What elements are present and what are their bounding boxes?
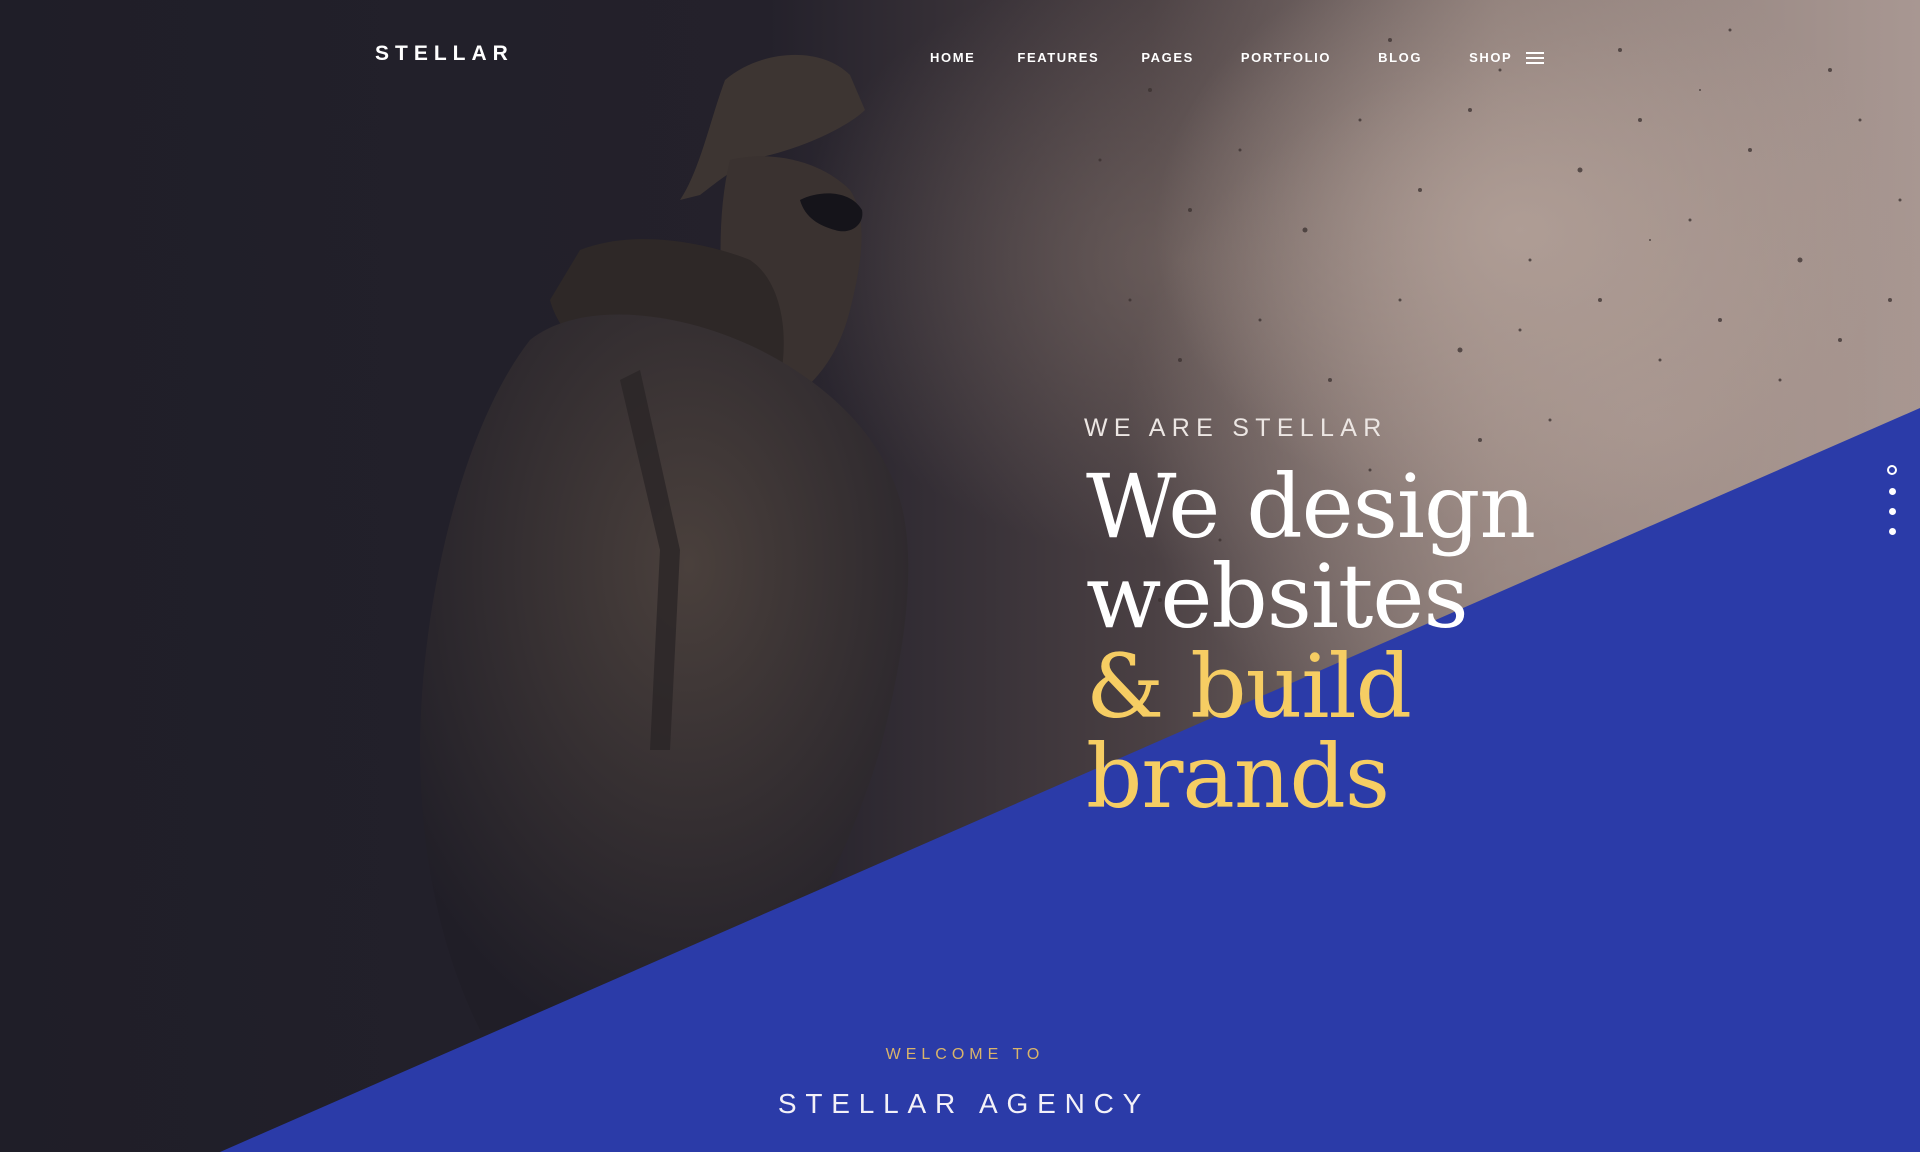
nav-home[interactable]: HOME	[930, 50, 975, 65]
welcome-title: STELLAR AGENCY	[777, 1088, 1151, 1119]
welcome-label: WELCOME TO	[885, 1046, 1045, 1063]
menu-icon-bar	[1526, 61, 1545, 64]
hero-headline: We design websites & build brands	[1086, 455, 1536, 828]
headline-line-3: & build	[1086, 635, 1412, 738]
headline-line-2: websites	[1086, 545, 1469, 648]
slide-dot-2[interactable]	[1888, 488, 1896, 495]
hero-eyebrow: WE ARE STELLAR	[1084, 414, 1388, 442]
nav-portfolio[interactable]: PORTFOLIO	[1241, 50, 1331, 65]
main-nav: HOME FEATURES PAGES PORTFOLIO BLOG SHOP	[930, 50, 1545, 65]
slide-dot-1[interactable]	[1887, 465, 1897, 475]
menu-icon-bar	[1526, 56, 1545, 59]
page: STELLAR HOME FEATURES PAGES PORTFOLIO BL…	[0, 0, 1920, 1152]
nav-features[interactable]: FEATURES	[1017, 50, 1099, 65]
slide-pagination	[1886, 465, 1898, 548]
hamburger-menu-icon[interactable]	[1526, 51, 1545, 64]
nav-blog[interactable]: BLOG	[1378, 50, 1422, 65]
headline-line-1: We design	[1086, 455, 1536, 558]
slide-dot-3[interactable]	[1888, 508, 1896, 515]
headline-line-4: brands	[1086, 725, 1390, 828]
nav-shop[interactable]: SHOP	[1469, 50, 1512, 65]
nav-pages[interactable]: PAGES	[1141, 50, 1194, 65]
logo[interactable]: STELLAR	[375, 42, 514, 66]
slide-dot-4[interactable]	[1888, 528, 1896, 535]
menu-icon-bar	[1526, 51, 1545, 54]
